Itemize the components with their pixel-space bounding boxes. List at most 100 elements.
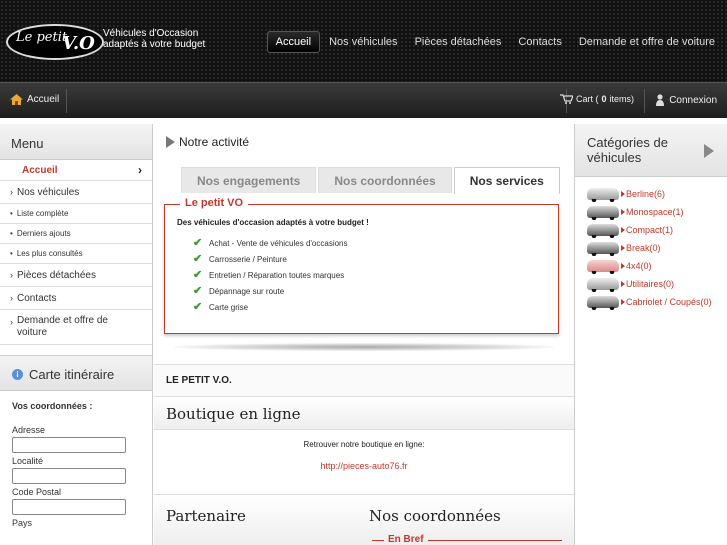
services-box-title: Le petit VO bbox=[167, 197, 249, 209]
cart-icon bbox=[559, 94, 573, 104]
boutique-link[interactable]: http://pieces-auto76.fr bbox=[154, 461, 574, 471]
bullet-icon: • bbox=[10, 229, 13, 238]
nav-contacts[interactable]: Contacts bbox=[510, 32, 569, 52]
categories-header: Catégories de véhicules bbox=[575, 124, 727, 177]
home-label: Accueil bbox=[27, 94, 60, 105]
logo-tagline-line1: Véhicules d'Occasion bbox=[103, 28, 199, 39]
nav-demande-offre[interactable]: Demande et offre de voiture bbox=[571, 32, 723, 52]
main-nav: Accueil Nos véhicules Pièces détachées C… bbox=[266, 31, 723, 53]
cart-count: 0 bbox=[601, 94, 607, 104]
nav-pieces-detachees[interactable]: Pièces détachées bbox=[407, 32, 510, 52]
category-label: Cabriolet / Coupés(0) bbox=[626, 297, 712, 307]
check-icon: ✔ bbox=[193, 301, 203, 313]
cart-link[interactable]: Cart (0 items) bbox=[559, 94, 635, 104]
main-content: Notre activité Nos engagements Nos coord… bbox=[154, 124, 574, 545]
check-icon: ✔ bbox=[193, 285, 203, 297]
arrow-right-icon: › bbox=[10, 317, 13, 327]
category-label: Utilitaires(0) bbox=[626, 279, 675, 289]
service-label: Entretien / Réparation toutes marques bbox=[209, 270, 345, 280]
carte-itineraire-header: i Carte itinéraire bbox=[0, 355, 152, 391]
check-icon: ✔ bbox=[193, 253, 203, 265]
menu-item-label: Demande et offre de voiture bbox=[17, 315, 108, 338]
top-header: Le petit V.O Véhicules d'Occasion adapté… bbox=[0, 0, 727, 82]
field-label-localite: Localité bbox=[12, 456, 44, 466]
cart-suffix: items) bbox=[609, 94, 635, 104]
logo-tagline: Véhicules d'Occasion adaptés à votre bud… bbox=[103, 28, 205, 50]
carte-title: Carte itinéraire bbox=[29, 367, 115, 382]
login-label: Connexion bbox=[669, 94, 717, 106]
adresse-input[interactable] bbox=[12, 437, 126, 453]
coordonnees-heading: Nos coordonnées bbox=[369, 507, 501, 525]
check-icon: ✔ bbox=[193, 237, 203, 249]
login-link[interactable]: Connexion bbox=[656, 94, 717, 106]
arrow-right-icon bbox=[621, 227, 625, 233]
menu-item-liste-complete[interactable]: • Liste complète bbox=[0, 204, 152, 224]
info-icon: i bbox=[12, 369, 23, 380]
menu-item-derniers-ajouts[interactable]: • Derniers ajouts bbox=[0, 224, 152, 244]
divider bbox=[644, 89, 645, 113]
bottom-headings: Partenaire Nos coordonnées En Bref bbox=[154, 494, 574, 545]
nav-accueil[interactable]: Accueil bbox=[266, 31, 321, 53]
menu-item-contacts[interactable]: › Contacts bbox=[0, 287, 152, 310]
user-icon bbox=[656, 94, 665, 106]
services-list: ✔ Achat - Vente de véhicules d'occasions … bbox=[193, 235, 348, 315]
field-label-pays: Pays bbox=[12, 518, 33, 528]
category-berline[interactable]: Berline(6) bbox=[587, 185, 727, 203]
category-4x4[interactable]: 4x4(0) bbox=[587, 257, 727, 275]
boutique-body: Retrouver notre boutique en ligne: http:… bbox=[154, 429, 574, 489]
activity-title: Notre activité bbox=[179, 135, 250, 149]
categories-title: Catégories de véhicules bbox=[587, 135, 668, 165]
divider bbox=[66, 89, 67, 113]
category-cabriolet[interactable]: Cabriolet / Coupés(0) bbox=[587, 293, 727, 311]
home-icon bbox=[10, 94, 23, 105]
site-logo[interactable]: Le petit V.O Véhicules d'Occasion adapté… bbox=[6, 24, 206, 62]
tab-nos-engagements[interactable]: Nos engagements bbox=[181, 167, 317, 193]
list-item: ✔ Achat - Vente de véhicules d'occasions bbox=[193, 235, 348, 251]
service-label: Achat - Vente de véhicules d'occasions bbox=[209, 238, 348, 248]
service-label: Dépannage sur route bbox=[209, 286, 285, 296]
menu-item-label: Les plus consultés bbox=[16, 249, 83, 258]
car-icon bbox=[587, 224, 619, 238]
arrow-right-icon bbox=[166, 136, 175, 148]
code-postal-input[interactable] bbox=[12, 499, 126, 515]
menu-item-pieces-detachees[interactable]: › Pièces détachées bbox=[0, 264, 152, 287]
sub-toolbar: Accueil Cart (0 items) Connexion bbox=[0, 82, 727, 118]
chevron-right-icon: › bbox=[138, 163, 142, 177]
menu-item-accueil[interactable]: Accueil › bbox=[0, 160, 152, 181]
arrow-right-icon[interactable] bbox=[704, 144, 714, 158]
boutique-heading: Boutique en ligne bbox=[154, 396, 574, 429]
list-item: ✔ Dépannage sur route bbox=[193, 283, 348, 299]
arrow-right-icon bbox=[621, 191, 625, 197]
car-icon bbox=[587, 242, 619, 256]
menu-item-label: Nos véhicules bbox=[17, 186, 80, 198]
localite-input[interactable] bbox=[12, 468, 126, 484]
tab-nos-coordonnees[interactable]: Nos coordonnées bbox=[318, 167, 452, 193]
menu-item-plus-consultes[interactable]: • Les plus consultés bbox=[0, 244, 152, 264]
category-compact[interactable]: Compact(1) bbox=[587, 221, 727, 239]
check-icon: ✔ bbox=[193, 269, 203, 281]
car-icon bbox=[587, 278, 619, 292]
car-icon bbox=[587, 188, 619, 202]
category-monospace[interactable]: Monospace(1) bbox=[587, 203, 727, 221]
menu-item-label: Pièces détachées bbox=[17, 269, 96, 281]
category-break[interactable]: Break(0) bbox=[587, 239, 727, 257]
menu-item-nos-vehicules[interactable]: › Nos véhicules bbox=[0, 181, 152, 204]
list-item: ✔ Entretien / Réparation toutes marques bbox=[193, 267, 348, 283]
boutique-text: Retrouver notre boutique en ligne: bbox=[303, 440, 425, 449]
services-box: Le petit VO Des véhicules d'occasion ada… bbox=[164, 197, 559, 334]
logo-prefix: Le petit bbox=[16, 30, 68, 45]
nav-nos-vehicules[interactable]: Nos véhicules bbox=[321, 32, 405, 52]
bullet-icon: • bbox=[10, 249, 13, 258]
menu-item-label: Contacts bbox=[17, 292, 57, 304]
divider bbox=[174, 343, 554, 351]
category-utilitaires[interactable]: Utilitaires(0) bbox=[587, 275, 727, 293]
menu-item-label: Accueil bbox=[22, 164, 58, 176]
home-link[interactable]: Accueil bbox=[10, 94, 59, 105]
left-sidebar: Menu Accueil › › Nos véhicules • Liste c… bbox=[0, 124, 153, 545]
car-icon bbox=[587, 260, 619, 274]
bullet-icon: • bbox=[10, 209, 13, 218]
menu-item-demande-offre[interactable]: › Demande et offre de voiture bbox=[0, 310, 152, 345]
category-label: 4x4(0) bbox=[626, 261, 652, 271]
car-icon bbox=[587, 296, 619, 310]
tab-nos-services[interactable]: Nos services bbox=[453, 167, 560, 194]
